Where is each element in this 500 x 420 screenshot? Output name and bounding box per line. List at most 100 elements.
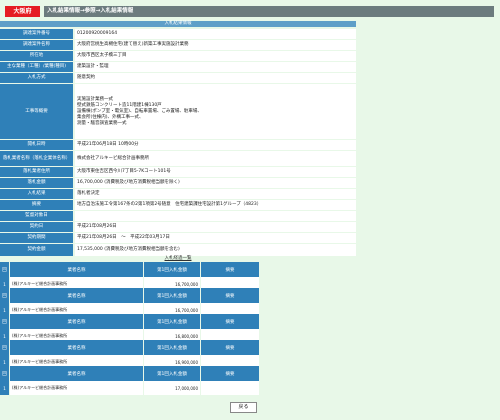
detail-row: 主な業種（工種）/業種(種目) 建築設計・監理 bbox=[0, 62, 356, 72]
bid-group-header: 回業者名称 第1回入札金額 摘要 bbox=[0, 262, 260, 277]
detail-row: 監督対象日 bbox=[0, 211, 356, 221]
detail-value-line: 落札者決定 bbox=[77, 191, 100, 196]
column-header: 回 bbox=[0, 262, 9, 277]
detail-value-line: 建築設計・監理 bbox=[77, 64, 109, 69]
column-header: 第1回入札金額 bbox=[144, 262, 200, 277]
detail-row-label: 調達案件番号 bbox=[0, 29, 73, 39]
column-header: 業者名称 bbox=[10, 288, 143, 303]
detail-row-value: 地方自治法施工令第167条の2第1項第2号随意 住宅建築課住宅設計第1グループ（… bbox=[75, 200, 356, 210]
detail-title: 入札結果情報 bbox=[0, 21, 356, 27]
detail-row: 入札方式 随意契約 bbox=[0, 73, 356, 83]
bid-no-cell: 1 bbox=[0, 381, 9, 395]
bid-name-cell: (株)アルキービ総合計画事務所 bbox=[10, 381, 143, 395]
column-header: 業者名称 bbox=[10, 314, 143, 329]
detail-value-line: 17,535,000 (消費税及び地方消費税相当額を含む) bbox=[77, 247, 180, 252]
detail-row: 所在地 大阪市西区太子橋三丁目 bbox=[0, 51, 356, 61]
detail-row: 落札業者名称（落札企業体名称） 株式会社アルキービ総合計画事務所 bbox=[0, 151, 356, 166]
list-title: 入札経過一覧 bbox=[164, 256, 192, 261]
detail-row: 契約期間 平成21年08月26日 ～ 平成22年03月17日 bbox=[0, 233, 356, 243]
detail-row-value: 実施設計業務一式 壁式鉄筋コンクリート造11階建1棟130戸 設備棟(ポンプ室・電気… bbox=[75, 84, 356, 139]
detail-value-line: 随意契約 bbox=[77, 75, 95, 80]
detail-row-label: 監督対象日 bbox=[0, 211, 73, 221]
detail-row-label: 調達案件名称 bbox=[0, 40, 73, 50]
column-header: 第1回入札金額 bbox=[144, 314, 200, 329]
detail-row-label: 契約日 bbox=[0, 222, 73, 232]
bid-note-cell bbox=[201, 381, 259, 395]
detail-value-line: 16,700,000 (消費税及び地方消費税相当額を除く) bbox=[77, 180, 180, 185]
detail-row-value: 随意契約 bbox=[75, 73, 356, 83]
detail-value-line: 大阪市西区太子橋三丁目 bbox=[77, 53, 127, 58]
column-header: 摘要 bbox=[201, 288, 259, 303]
detail-row-label: 落札金額 bbox=[0, 178, 73, 188]
detail-row-value: 大阪市西区太子橋三丁目 bbox=[75, 51, 356, 61]
detail-value-line: 地方自治法施工令第167条の2第1項第2号随意 住宅建築課住宅設計第1グループ（… bbox=[77, 202, 262, 207]
detail-row-value: 平成21年08月26日 ～ 平成22年03月17日 bbox=[75, 233, 356, 243]
detail-value-line: 平成21年08月26日 ～ 平成22年03月17日 bbox=[77, 235, 170, 240]
detail-value-line: 大阪府営桃生高槻住宅(建て替え)新築工事実施設計業務 bbox=[77, 42, 189, 47]
column-header: 第1回入札金額 bbox=[144, 340, 200, 355]
detail-value-line: 平成21年08月26日 bbox=[77, 224, 117, 229]
detail-row: 落札金額 16,700,000 (消費税及び地方消費税相当額を除く) bbox=[0, 178, 356, 188]
detail-value-line: 平成21年06月18日 10時00分 bbox=[77, 142, 139, 147]
detail-row: 調達案件名称 大阪府営桃生高槻住宅(建て替え)新築工事実施設計業務 bbox=[0, 40, 356, 50]
detail-row: 摘要 地方自治法施工令第167条の2第1項第2号随意 住宅建築課住宅設計第1グルー… bbox=[0, 200, 356, 210]
detail-row-value: 大阪府営桃生高槻住宅(建て替え)新築工事実施設計業務 bbox=[75, 40, 356, 50]
column-header: 回 bbox=[0, 340, 9, 355]
bid-group: 回業者名称 第1回入札金額 摘要 1 (株)アルキービ総合計画事務所 16,800,000 bbox=[0, 314, 260, 343]
bid-group-header: 回業者名称 第1回入札金額 摘要 bbox=[0, 288, 260, 303]
bid-group-header: 回業者名称 第1回入札金額 摘要 bbox=[0, 340, 260, 355]
back-button[interactable]: 戻る bbox=[230, 402, 257, 413]
detail-row-value: 平成21年06月18日 10時00分 bbox=[75, 140, 356, 150]
detail-row: 調達案件番号 01200920009164 bbox=[0, 29, 356, 39]
bid-group: 回業者名称 第1回入札金額 摘要 1 (株)アルキービ総合計画事務所 16,700,000 bbox=[0, 288, 260, 317]
column-header: 摘要 bbox=[201, 314, 259, 329]
bid-group-header: 回業者名称 第1回入札金額 摘要 bbox=[0, 366, 260, 381]
column-header: 第1回入札金額 bbox=[144, 366, 200, 381]
column-header: 回 bbox=[0, 288, 9, 303]
column-header: 業者名称 bbox=[10, 366, 143, 381]
bid-group: 回業者名称 第1回入札金額 摘要 1 (株)アルキービ総合計画事務所 17,000,000 bbox=[0, 366, 260, 395]
detail-row-label: 開札日時 bbox=[0, 140, 73, 150]
detail-row-value: 大阪市東住吉区西今川7丁目5-7Kコート101号 bbox=[75, 167, 356, 177]
detail-row-label: 主な業種（工種）/業種(種目) bbox=[0, 62, 73, 72]
detail-row-value: 平成21年08月26日 bbox=[75, 222, 356, 232]
detail-row-value: 16,700,000 (消費税及び地方消費税相当額を除く) bbox=[75, 178, 356, 188]
detail-row: 落札業者住所 大阪市東住吉区西今川7丁目5-7Kコート101号 bbox=[0, 167, 356, 177]
detail-row-label: 落札業者住所 bbox=[0, 167, 73, 177]
detail-row-value: 株式会社アルキービ総合計画事務所 bbox=[75, 151, 356, 166]
detail-row-label: 契約期間 bbox=[0, 233, 73, 243]
column-header: 摘要 bbox=[201, 340, 259, 355]
bid-amount-cell: 17,000,000 bbox=[144, 381, 200, 395]
detail-row-label: 入札方式 bbox=[0, 73, 73, 83]
detail-value-line: 01200920009164 bbox=[77, 31, 118, 36]
column-header: 第1回入札金額 bbox=[144, 288, 200, 303]
detail-row-label: 摘要 bbox=[0, 200, 73, 210]
column-header: 回 bbox=[0, 314, 9, 329]
column-header: 摘要 bbox=[201, 366, 259, 381]
bid-group: 回業者名称 第1回入札金額 摘要 1 (株)アルキービ総合計画事務所 16,900,000 bbox=[0, 340, 260, 369]
column-header: 回 bbox=[0, 366, 9, 381]
detail-row-value: 01200920009164 bbox=[75, 29, 356, 39]
detail-row-label: 工事等概要 bbox=[0, 84, 73, 139]
detail-row-label: 落札業者名称（落札企業体名称） bbox=[0, 151, 73, 166]
column-header: 摘要 bbox=[201, 262, 259, 277]
detail-row: 工事等概要 実施設計業務一式 壁式鉄筋コンクリート造11階建1棟130戸 設備棟(ポン… bbox=[0, 84, 356, 139]
detail-row: 入札結果 落札者決定 bbox=[0, 189, 356, 199]
breadcrumb: 入札結果情報→参照→入札結果情報 bbox=[44, 6, 494, 17]
detail-row: 契約日 平成21年08月26日 bbox=[0, 222, 356, 232]
table-row: 1 (株)アルキービ総合計画事務所 17,000,000 bbox=[0, 381, 260, 395]
column-header: 業者名称 bbox=[10, 340, 143, 355]
detail-row-label: 入札結果 bbox=[0, 189, 73, 199]
header: 大阪府 入札結果情報→参照→入札結果情報 bbox=[0, 0, 500, 21]
detail-row-value: 建築設計・監理 bbox=[75, 62, 356, 72]
detail-row: 開札日時 平成21年06月18日 10時00分 bbox=[0, 140, 356, 150]
detail-row-label: 所在地 bbox=[0, 51, 73, 61]
bid-group-header: 回業者名称 第1回入札金額 摘要 bbox=[0, 314, 260, 329]
detail-row-value bbox=[75, 211, 356, 221]
detail-value-line: 大阪市東住吉区西今川7丁目5-7Kコート101号 bbox=[77, 169, 171, 174]
detail-value-line: 株式会社アルキービ総合計画事務所 bbox=[77, 155, 149, 161]
org-badge: 大阪府 bbox=[5, 6, 40, 17]
detail-row-value: 落札者決定 bbox=[75, 189, 356, 199]
detail-value-line: 測量・騒音調査業務一式 bbox=[77, 120, 127, 126]
bid-group: 回業者名称 第1回入札金額 摘要 1 (株)アルキービ総合計画事務所 16,700,000 bbox=[0, 262, 260, 291]
